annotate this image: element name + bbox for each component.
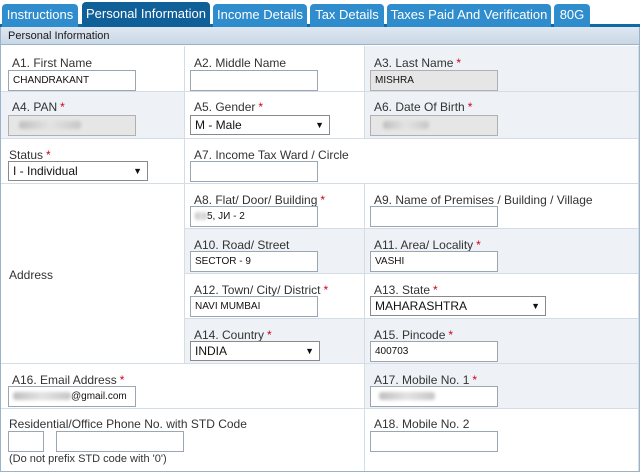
cell-ward: A7. Income Tax Ward / Circle [185,139,639,184]
first-name-input[interactable]: CHANDRAKANT [8,70,136,91]
cell-last-name: A3. Last Name * MISHRA [365,46,639,92]
mobile1-label: A17. Mobile No. 1 * [374,373,478,387]
chevron-down-icon: ▼ [133,166,142,176]
redacted-flat [195,212,207,221]
last-name-input[interactable]: MISHRA [370,70,498,91]
redacted-mobile [379,392,435,401]
road-label: A10. Road/ Street [194,238,290,252]
tab-tax-details[interactable]: Tax Details [310,4,384,27]
city-label: A12. Town/ City/ District * [194,283,329,297]
tab-income-details[interactable]: Income Details [213,4,307,27]
personal-information-panel: Personal Information A1. First Name CHAN… [0,27,640,472]
cell-gender: A5. Gender * M - Male ▼ [185,92,365,139]
cell-email: A16. Email Address * @gmail.com [1,364,365,409]
cell-state: A13. State * MAHARASHTRA ▼ [365,274,639,319]
area-input[interactable]: VASHI [370,251,498,272]
cell-first-name: A1. First Name CHANDRAKANT [1,46,185,92]
std-code-input[interactable] [8,431,44,452]
cell-city: A12. Town/ City/ District * NAVI MUMBAI [185,274,365,319]
cell-mobile2: A18. Mobile No. 2 [365,409,639,471]
state-select[interactable]: MAHARASHTRA ▼ [370,296,546,316]
flat-label: A8. Flat/ Door/ Building * [194,193,326,207]
mobile1-input[interactable] [370,386,498,407]
redacted-pan [19,121,81,130]
redacted-email [13,392,71,401]
tab-80g[interactable]: 80G [554,4,590,27]
pan-label: A4. PAN * [12,100,65,114]
address-label: Address [9,268,54,282]
country-select[interactable]: INDIA ▼ [190,341,320,361]
state-label: A13. State * [374,283,438,297]
cell-country: A14. Country * INDIA ▼ [185,319,365,364]
tab-instructions[interactable]: Instructions [2,4,78,27]
middle-name-input[interactable] [190,70,318,91]
premises-label: A9. Name of Premises / Building / Villag… [374,193,593,207]
cell-pan: A4. PAN * [1,92,185,139]
cell-pincode: A15. Pincode * 400703 [365,319,639,364]
road-input[interactable]: SECTOR - 9 [190,251,318,272]
section-title: Personal Information [1,27,639,45]
pincode-label: A15. Pincode * [374,328,454,342]
mobile2-label: A18. Mobile No. 2 [374,417,470,431]
city-input[interactable]: NAVI MUMBAI [190,296,318,317]
ward-label: A7. Income Tax Ward / Circle [194,148,349,162]
tab-taxes-paid-verification[interactable]: Taxes Paid And Verification [387,4,551,27]
flat-input[interactable]: 5, JИ - 2 [190,206,318,227]
tab-personal-information[interactable]: Personal Information [82,2,210,27]
cell-flat: A8. Flat/ Door/ Building * 5, JИ - 2 [185,184,365,229]
cell-status: Status * I - Individual ▼ [1,139,185,184]
redacted-dob [383,121,429,130]
first-name-label: A1. First Name [12,56,93,70]
cell-mobile1: A17. Mobile No. 1 * [365,364,639,409]
chevron-down-icon: ▼ [531,301,540,311]
ward-input[interactable] [190,161,318,182]
status-select[interactable]: I - Individual ▼ [8,161,148,181]
cell-premises: A9. Name of Premises / Building / Villag… [365,184,639,229]
phone-number-input[interactable] [56,431,184,452]
tab-bar: Instructions Personal Information Income… [0,0,640,27]
dob-label: A6. Date Of Birth * [374,100,473,114]
gender-select[interactable]: M - Male ▼ [190,115,330,135]
last-name-label: A3. Last Name * [374,56,462,70]
email-input[interactable]: @gmail.com [8,386,136,407]
pan-input[interactable] [8,115,136,136]
cell-phone: Residential/Office Phone No. with STD Co… [1,409,365,471]
cell-dob: A6. Date Of Birth * [365,92,639,139]
pincode-input[interactable]: 400703 [370,341,498,362]
country-label: A14. Country * [194,328,272,342]
middle-name-label: A2. Middle Name [194,56,287,70]
phone-label: Residential/Office Phone No. with STD Co… [9,417,247,431]
cell-address: Address [1,184,185,364]
cell-road: A10. Road/ Street SECTOR - 9 [185,229,365,274]
chevron-down-icon: ▼ [315,120,324,130]
premises-input[interactable] [370,206,498,227]
area-label: A11. Area/ Locality * [374,238,481,252]
cell-area: A11. Area/ Locality * VASHI [365,229,639,274]
cell-middle-name: A2. Middle Name [185,46,365,92]
mobile2-input[interactable] [370,431,498,452]
chevron-down-icon: ▼ [305,346,314,356]
phone-note: (Do not prefix STD code with '0') [9,453,167,465]
email-label: A16. Email Address * [12,373,125,387]
gender-label: A5. Gender * [194,100,264,114]
dob-input[interactable] [370,115,498,136]
status-label: Status * [9,148,51,162]
